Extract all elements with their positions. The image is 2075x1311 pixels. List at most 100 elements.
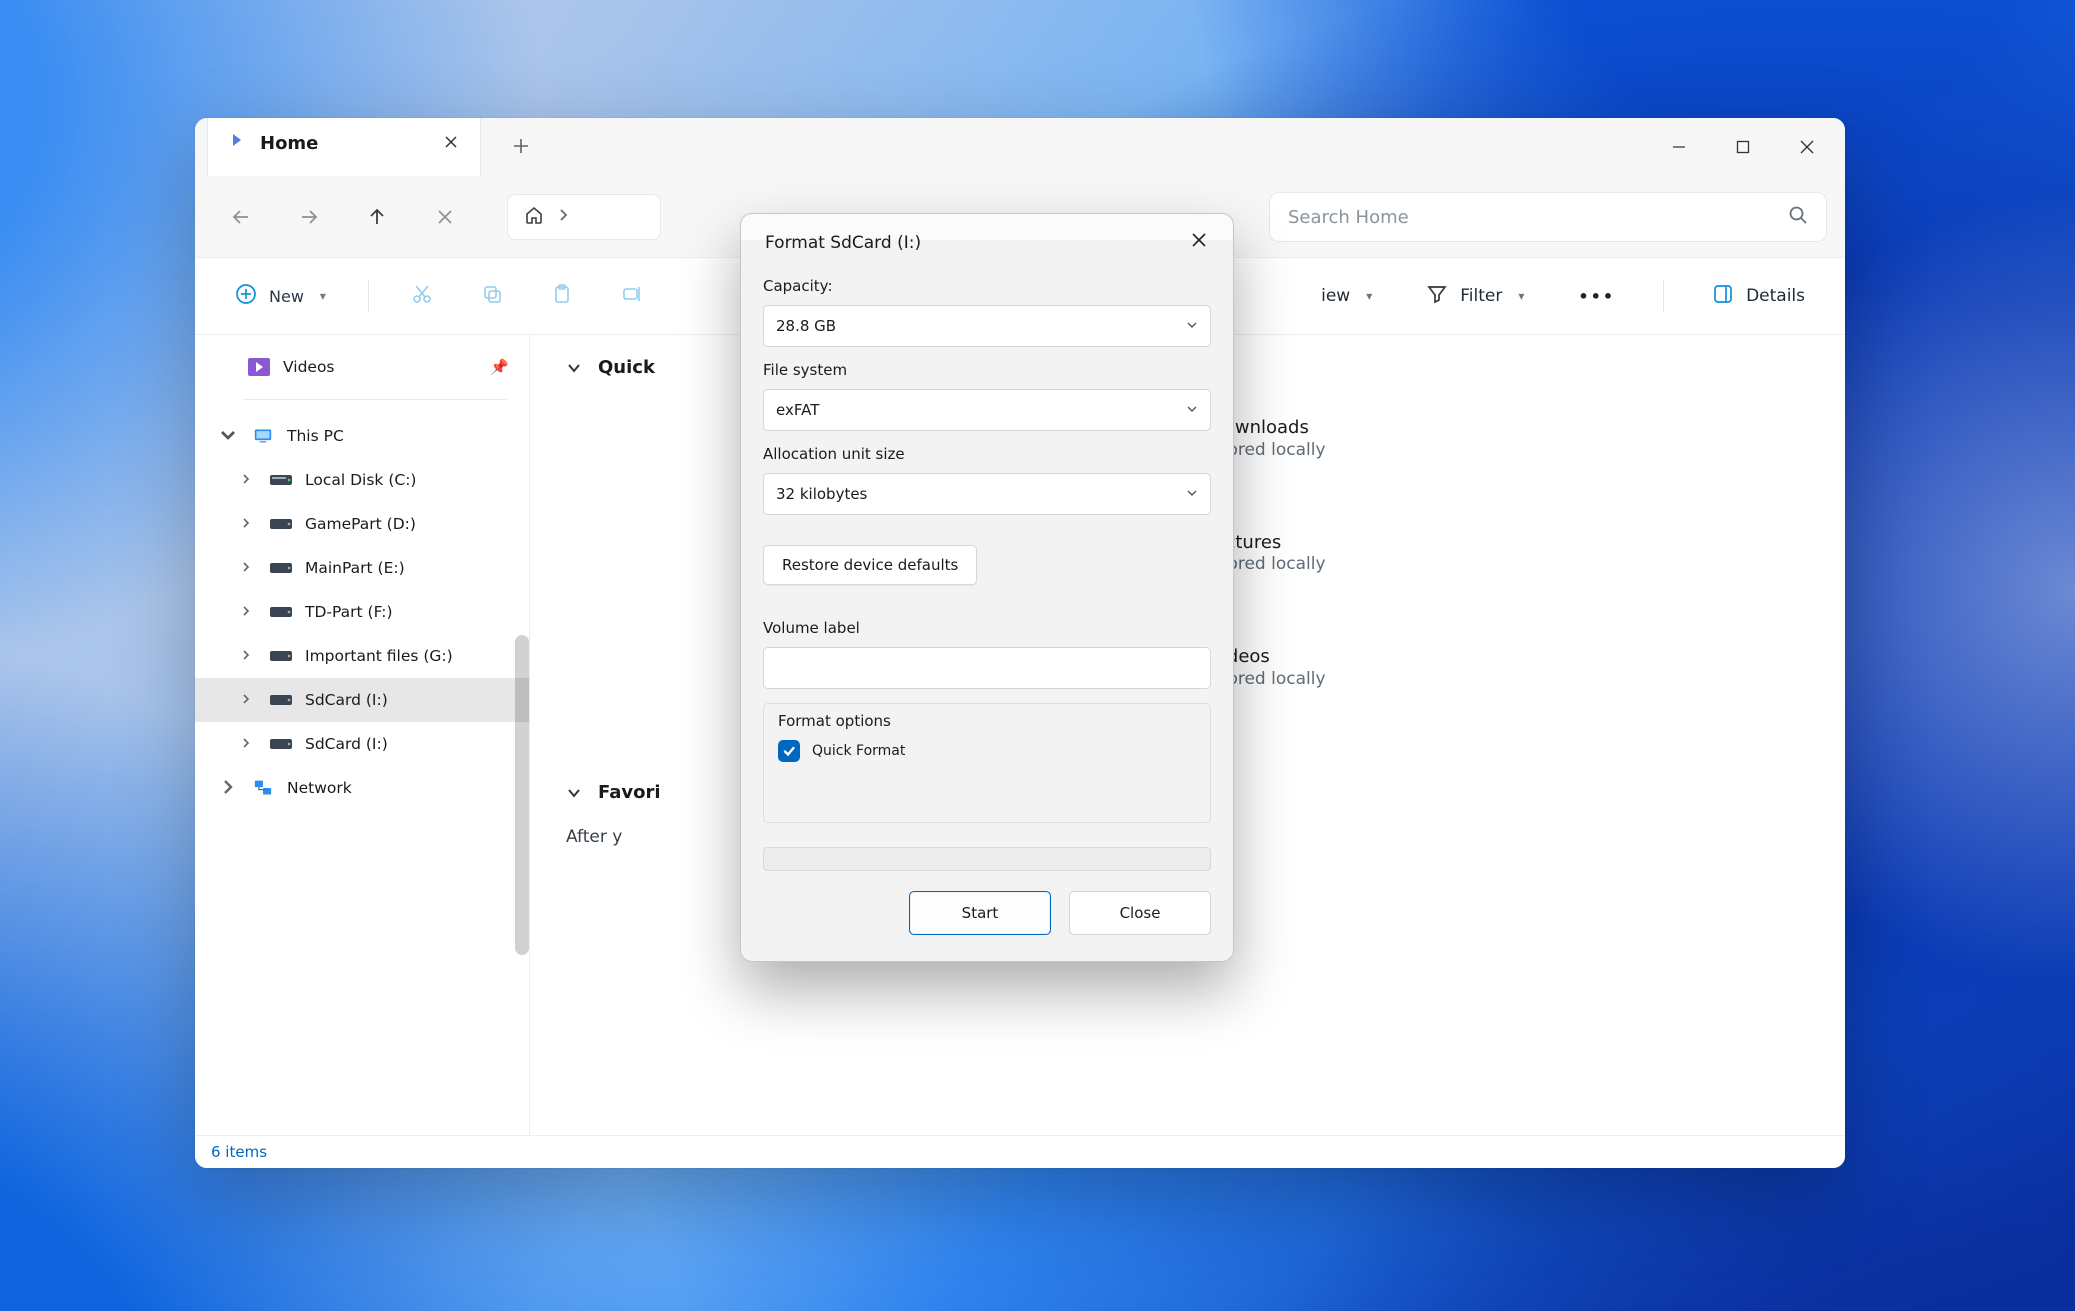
restore-defaults-button[interactable]: Restore device defaults (763, 545, 977, 585)
sidebar-item-this-pc[interactable]: This PC (195, 414, 529, 458)
window-minimize-button[interactable] (1647, 125, 1711, 169)
dialog-close-button[interactable] (1185, 228, 1213, 257)
paste-button[interactable] (541, 277, 583, 315)
videos-folder-icon (247, 357, 271, 377)
cut-button[interactable] (401, 277, 443, 315)
start-button[interactable]: Start (909, 891, 1051, 935)
format-progress-bar (763, 847, 1211, 871)
network-icon (251, 779, 275, 797)
more-button[interactable]: ••• (1568, 281, 1625, 312)
item-count: 6 items (211, 1143, 267, 1161)
dialog-title: Format SdCard (I:) (765, 233, 921, 253)
paste-icon (551, 283, 573, 309)
capacity-select[interactable]: 28.8 GB (763, 305, 1211, 347)
drive-icon (269, 561, 293, 575)
search-input[interactable]: Search Home (1269, 192, 1827, 242)
format-options-group: Format options Quick Format (763, 703, 1211, 823)
sidebar-item-drive[interactable]: SdCard (I:) (195, 722, 529, 766)
file-system-value: exFAT (776, 401, 819, 419)
chevron-down-icon (566, 785, 582, 801)
filter-button[interactable]: Filter▾ (1416, 277, 1534, 315)
section-favorites[interactable]: Favori (566, 782, 766, 803)
section-quick-access[interactable]: Quick (566, 357, 766, 378)
chevron-down-icon: ▾ (320, 289, 326, 303)
sidebar-scrollbar[interactable] (515, 635, 529, 1095)
scrollbar-thumb[interactable] (515, 635, 529, 955)
sd-card-icon (269, 693, 293, 707)
plus-circle-icon (235, 283, 257, 309)
section-heading: Quick (598, 357, 655, 378)
format-options-legend: Format options (778, 712, 1196, 730)
chevron-down-icon (1186, 485, 1198, 503)
home-breadcrumb-icon (524, 205, 544, 229)
sidebar-label: This PC (287, 427, 344, 445)
sidebar-label: TD-Part (F:) (305, 603, 393, 621)
chevron-right-icon (558, 208, 568, 226)
sidebar-item-drive-selected[interactable]: SdCard (I:) (195, 678, 529, 722)
home-icon (230, 132, 244, 155)
favorites-empty-text: After y (566, 827, 766, 847)
sidebar-label: Network (287, 779, 352, 797)
volume-label-label: Volume label (763, 619, 1211, 637)
sidebar-label: SdCard (I:) (305, 691, 388, 709)
sidebar-item-drive[interactable]: Important files (G:) (195, 634, 529, 678)
sidebar-item-drive[interactable]: GamePart (D:) (195, 502, 529, 546)
capacity-value: 28.8 GB (776, 317, 836, 335)
copy-button[interactable] (471, 277, 513, 315)
sidebar-label: Videos (283, 358, 335, 376)
new-button[interactable]: New ▾ (225, 277, 336, 315)
search-icon (1788, 205, 1808, 229)
chevron-right-icon (235, 605, 257, 620)
sidebar-item-network[interactable]: Network (195, 766, 529, 810)
volume-label-input[interactable] (763, 647, 1211, 689)
navigation-pane: Videos 📌 This PC Local Disk (C:) GamePar… (195, 335, 530, 1135)
new-tab-button[interactable] (503, 129, 539, 166)
drive-icon (269, 649, 293, 663)
window-close-button[interactable] (1775, 125, 1839, 169)
chevron-down-icon (1186, 317, 1198, 335)
rename-icon (621, 283, 643, 309)
tab-close-icon[interactable] (444, 135, 458, 152)
file-system-label: File system (763, 361, 1211, 379)
quick-format-checkbox[interactable]: Quick Format (778, 740, 1196, 762)
chevron-down-icon: ▾ (1366, 289, 1372, 303)
breadcrumb-bar[interactable] (507, 194, 661, 240)
sidebar-label: Important files (G:) (305, 647, 453, 665)
capacity-label: Capacity: (763, 277, 1211, 295)
sidebar-item-drive[interactable]: MainPart (E:) (195, 546, 529, 590)
section-heading: Favori (598, 782, 661, 803)
sidebar-label: GamePart (D:) (305, 515, 416, 533)
chevron-down-icon (1186, 401, 1198, 419)
file-system-select[interactable]: exFAT (763, 389, 1211, 431)
details-icon (1712, 283, 1734, 309)
details-button[interactable]: Details (1702, 277, 1815, 315)
monitor-icon (251, 427, 275, 445)
window-maximize-button[interactable] (1711, 125, 1775, 169)
drive-icon (269, 473, 293, 487)
close-button[interactable]: Close (1069, 891, 1211, 935)
filter-icon (1426, 283, 1448, 309)
window-titlebar: Home (195, 118, 1845, 177)
nav-back-button[interactable] (213, 195, 269, 239)
allocation-unit-select[interactable]: 32 kilobytes (763, 473, 1211, 515)
sidebar-item-drive[interactable]: Local Disk (C:) (195, 458, 529, 502)
drive-icon (269, 517, 293, 531)
copy-icon (481, 283, 503, 309)
sidebar-label: SdCard (I:) (305, 735, 388, 753)
format-dialog: Format SdCard (I:) Capacity: 28.8 GB Fil… (740, 213, 1234, 962)
view-button[interactable]: iew▾ (1311, 280, 1382, 312)
nav-forward-button[interactable] (281, 195, 337, 239)
status-bar: 6 items (195, 1135, 1845, 1168)
nav-refresh-button[interactable] (417, 195, 473, 239)
chevron-down-icon (566, 360, 582, 376)
sidebar-item-videos[interactable]: Videos 📌 (195, 345, 529, 389)
chevron-right-icon (235, 561, 257, 576)
rename-button[interactable] (611, 277, 653, 315)
nav-up-button[interactable] (349, 195, 405, 239)
tab-home[interactable]: Home (207, 118, 481, 176)
sidebar-item-drive[interactable]: TD-Part (F:) (195, 590, 529, 634)
more-icon: ••• (1578, 287, 1615, 306)
drive-icon (269, 605, 293, 619)
allocation-unit-label: Allocation unit size (763, 445, 1211, 463)
chevron-right-icon (217, 778, 239, 799)
